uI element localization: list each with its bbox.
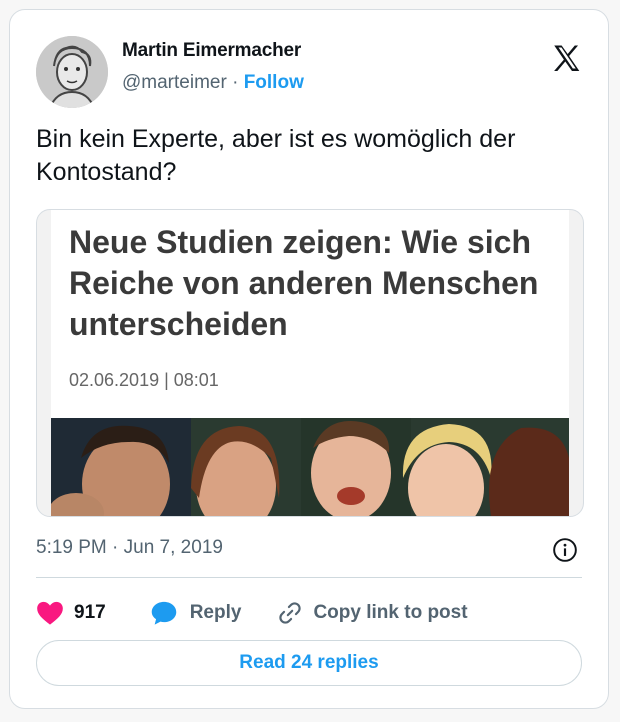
author-handle-row: @marteimer · Follow [122, 72, 304, 94]
author-handle[interactable]: @marteimer [122, 72, 227, 93]
copy-link-label: Copy link to post [313, 602, 468, 623]
like-count: 917 [74, 602, 106, 623]
article-screenshot: Neue Studien zeigen: Wie sich Reiche von… [51, 210, 569, 418]
tweet-text: Bin kein Experte, aber ist es womöglich … [36, 125, 516, 186]
heart-icon [37, 601, 63, 625]
divider [36, 577, 582, 578]
speech-bubble-icon [151, 601, 176, 625]
action-bar: 917 Reply Copy link to post [36, 596, 468, 630]
follow-button[interactable]: Follow [244, 72, 304, 93]
group-photo-image [51, 418, 569, 516]
media-attachment[interactable]: Neue Studien zeigen: Wie sich Reiche von… [36, 209, 584, 517]
separator-dot: · [232, 72, 239, 93]
avatar[interactable] [36, 36, 108, 108]
article-headline: Neue Studien zeigen: Wie sich Reiche von… [69, 224, 539, 342]
article-date: 02.06.2019 | 08:01 [69, 370, 219, 390]
read-replies-button[interactable]: Read 24 replies [36, 640, 582, 686]
tweet-timestamp[interactable]: 5:19 PM · Jun 7, 2019 [36, 537, 223, 559]
author-name[interactable]: Martin Eimermacher [122, 40, 301, 62]
tweet-card: Martin Eimermacher @marteimer · Follow B… [9, 9, 609, 709]
like-button[interactable]: 917 [36, 600, 106, 626]
x-logo-icon[interactable] [550, 42, 584, 76]
link-icon [279, 602, 302, 624]
reply-label: Reply [189, 602, 242, 623]
info-icon[interactable] [552, 537, 578, 563]
reply-button[interactable]: Reply [150, 600, 242, 626]
avatar-sketch-icon [36, 36, 108, 108]
copy-link-button[interactable]: Copy link to post [277, 600, 468, 626]
